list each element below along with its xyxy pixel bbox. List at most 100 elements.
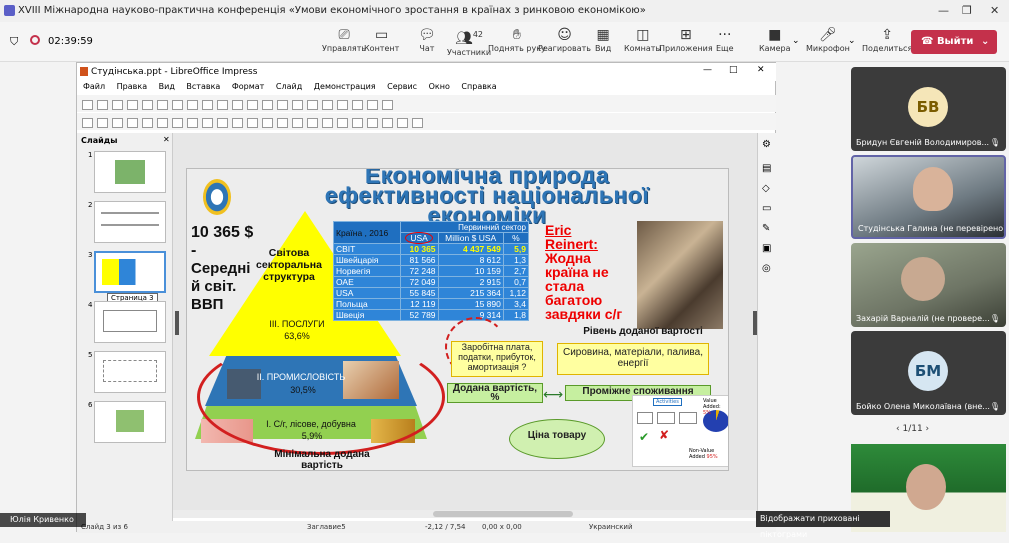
current-slide[interactable]: Економічна природа ефективності національ… (186, 168, 729, 471)
slide-transition-icon[interactable]: ▤ (762, 163, 771, 174)
fill-color-icon[interactable] (127, 118, 138, 128)
menu-format[interactable]: Формат (232, 82, 264, 91)
impress-close-icon[interactable]: ✕ (757, 65, 765, 75)
menu-tools[interactable]: Сервис (387, 82, 417, 91)
curve-icon[interactable] (202, 118, 213, 128)
slides-pane-close-icon[interactable]: ✕ (163, 135, 170, 144)
slide-thumbnail-4[interactable] (94, 301, 166, 343)
gallery-icon[interactable]: ▣ (762, 243, 771, 254)
content-button[interactable]: ▭ Контент (364, 26, 399, 53)
slide-thumbnail-6[interactable] (94, 401, 166, 443)
participant-tile[interactable]: БВ Бридун Євгеній Володимиров... 🎙︎ (851, 67, 1006, 151)
line-color-icon[interactable] (112, 118, 123, 128)
redo-icon[interactable] (217, 100, 228, 110)
ellipse-icon[interactable] (172, 118, 183, 128)
table-icon[interactable] (262, 100, 273, 110)
shadow-icon[interactable] (382, 118, 393, 128)
zoom-icon[interactable] (97, 118, 108, 128)
image-icon[interactable] (277, 100, 288, 110)
horizontal-scrollbar[interactable] (173, 510, 757, 518)
navigator-icon[interactable]: ◎ (762, 263, 771, 274)
properties-icon[interactable]: ⚙ (762, 139, 771, 150)
filter-icon[interactable] (412, 118, 423, 128)
more-button[interactable]: ··· Еще (716, 26, 734, 53)
basic-shapes-icon[interactable] (232, 118, 243, 128)
share-button[interactable]: ⇪ Поделиться (862, 26, 912, 53)
save-icon[interactable] (112, 100, 123, 110)
slide-thumbnail-5[interactable] (94, 351, 166, 393)
copy-icon[interactable] (172, 100, 183, 110)
export-icon[interactable] (127, 100, 138, 110)
rotate-icon[interactable] (337, 118, 348, 128)
print-icon[interactable] (142, 100, 153, 110)
new-icon[interactable] (82, 100, 93, 110)
arrange-icon[interactable] (367, 118, 378, 128)
leave-chevron-icon[interactable]: ⌄ (981, 30, 989, 54)
sidebar-collapse-handle[interactable] (753, 311, 757, 335)
callout-icon[interactable] (292, 118, 303, 128)
impress-maximize-icon[interactable]: □ (729, 65, 738, 75)
menu-help[interactable]: Справка (461, 82, 496, 91)
pane-collapse-handle[interactable] (175, 311, 179, 335)
find-icon[interactable] (232, 100, 243, 110)
menu-slideshow[interactable]: Демонстрация (314, 82, 376, 91)
mic-button[interactable]: 🎤︎ Микрофон (806, 26, 850, 53)
leave-button[interactable]: ☎ Выйти ⌄ (911, 30, 997, 54)
stars-icon[interactable] (307, 118, 318, 128)
line-icon[interactable] (142, 118, 153, 128)
react-button[interactable]: ☺ Реагировать (538, 26, 591, 53)
participant-tile[interactable]: Захарій Варналій (не провере... 🎙︎ (851, 243, 1006, 327)
menu-insert[interactable]: Вставка (186, 82, 220, 91)
master-slides-icon[interactable]: ▭ (762, 203, 771, 214)
crop-icon[interactable] (397, 118, 408, 128)
align-icon[interactable] (352, 118, 363, 128)
textbox-icon[interactable] (307, 100, 318, 110)
rectangle-icon[interactable] (157, 118, 168, 128)
flowchart-icon[interactable] (277, 118, 288, 128)
control-button[interactable]: ⎚ Управлять (322, 26, 366, 53)
apps-button[interactable]: ⊞ Приложения (659, 26, 713, 53)
minimize-icon[interactable]: — (938, 4, 949, 17)
select-icon[interactable] (82, 118, 93, 128)
camera-button[interactable]: ■ Камера (759, 26, 791, 53)
3d-objects-icon[interactable] (322, 118, 333, 128)
arrow-icon[interactable] (187, 118, 198, 128)
fontwork-icon[interactable] (337, 100, 348, 110)
menu-window[interactable]: Окно (429, 82, 450, 91)
mic-chevron-icon[interactable]: ⌄ (848, 36, 856, 46)
undo-icon[interactable] (202, 100, 213, 110)
cut-icon[interactable] (157, 100, 168, 110)
shield-icon[interactable]: ⛉ (10, 35, 18, 49)
menu-file[interactable]: Файл (83, 82, 105, 91)
symbol-shapes-icon[interactable] (247, 118, 258, 128)
slideshow-icon[interactable] (352, 100, 363, 110)
impress-minimize-icon[interactable]: — (703, 65, 712, 75)
rooms-button[interactable]: ◫ Комнаты (624, 26, 662, 53)
participant-tile[interactable]: БМ Бойко Олена Миколаївна (вне... 🎙︎ (851, 331, 1006, 415)
menu-edit[interactable]: Правка (117, 82, 147, 91)
slide-thumbnail-3[interactable] (94, 251, 166, 293)
participants-button[interactable]: 👥︎42 Участники (447, 26, 491, 57)
special-char-icon[interactable] (322, 100, 333, 110)
chat-button[interactable]: 💬︎ Чат (418, 26, 436, 53)
open-icon[interactable] (97, 100, 108, 110)
camera-chevron-icon[interactable]: ⌄ (792, 36, 800, 46)
helplines-icon[interactable] (382, 100, 393, 110)
view-button[interactable]: ▦ Вид (595, 26, 611, 53)
block-arrows-icon[interactable] (262, 118, 273, 128)
page-next-icon[interactable]: › (923, 424, 930, 434)
paste-icon[interactable] (187, 100, 198, 110)
connector-icon[interactable] (217, 118, 228, 128)
spelling-icon[interactable] (247, 100, 258, 110)
close-icon[interactable]: ✕ (990, 4, 999, 17)
menu-view[interactable]: Вид (159, 82, 175, 91)
menu-slide[interactable]: Слайд (276, 82, 302, 91)
chart-icon[interactable] (292, 100, 303, 110)
slide-thumbnail-1[interactable] (94, 151, 166, 193)
animation-icon[interactable]: ◇ (762, 183, 770, 194)
restore-icon[interactable]: ❐ (962, 4, 972, 17)
slide-thumbnail-2[interactable] (94, 201, 166, 243)
display-grid-icon[interactable] (367, 100, 378, 110)
participant-tile[interactable]: Студінська Галина (не перевірено) (851, 155, 1006, 239)
styles-icon[interactable]: ✎ (762, 223, 770, 234)
